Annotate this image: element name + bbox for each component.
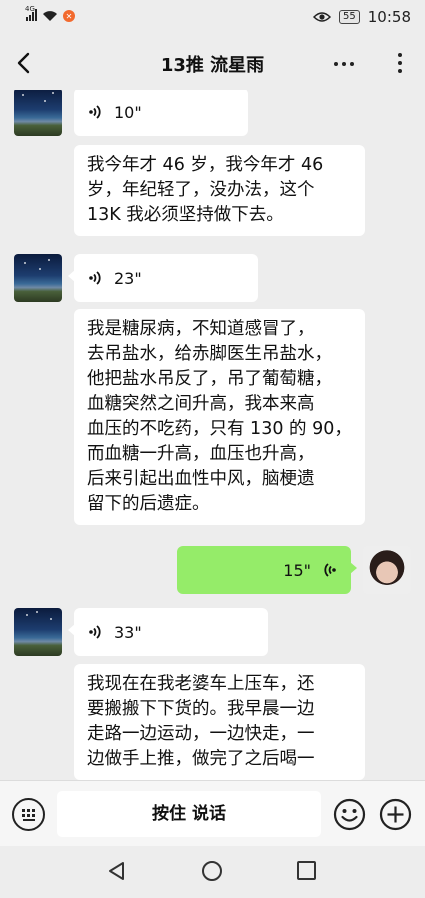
voice-message[interactable]: 33" — [68, 608, 268, 656]
text-message[interactable]: 我现在在我老婆车上压车，还 要搬搬下下货的。我早晨一边 走路一边运动，一边快走，… — [74, 664, 365, 780]
message-line: 要搬搬下下货的。我早晨一边 — [87, 699, 315, 719]
battery-icon: 55 — [339, 10, 360, 24]
keyboard-icon[interactable] — [12, 798, 45, 831]
mute-icon: ✕ — [63, 10, 75, 22]
input-bar: 按住 说话 — [0, 780, 425, 846]
message-line: 血糖突然之间升高，我本来高 — [87, 394, 315, 414]
voice-duration: 10" — [114, 102, 142, 122]
voice-message[interactable]: 10" — [74, 90, 248, 136]
voice-wave-icon — [324, 563, 336, 577]
message-list[interactable]: 10" 我今年才 46 岁，我今年才 46 岁，年纪轻了，没办法，这个 13K … — [0, 90, 425, 780]
message-line: 去吊盐水，给赤脚医生吊盐水， — [87, 344, 332, 364]
more-options-icon[interactable] — [330, 50, 358, 78]
avatar[interactable] — [14, 90, 62, 136]
signal-icon: 4G — [25, 5, 37, 23]
avatar[interactable] — [14, 608, 62, 656]
my-voice-message[interactable]: 15" — [177, 546, 357, 594]
voice-duration: 33" — [114, 622, 142, 642]
chat-header: 13推 流星雨 — [0, 36, 425, 90]
message-line: 血压的不吃药，只有 130 的 90， — [87, 419, 352, 439]
message-line: 13K 我必须坚持做下去。 — [87, 205, 284, 225]
avatar[interactable] — [14, 254, 62, 302]
voice-duration: 23" — [114, 268, 142, 288]
my-avatar[interactable] — [363, 546, 411, 594]
voice-wave-icon — [89, 271, 101, 285]
system-home-icon[interactable] — [202, 861, 222, 881]
text-message[interactable]: 我今年才 46 岁，我今年才 46 岁，年纪轻了，没办法，这个 13K 我必须坚… — [74, 145, 365, 236]
message-line: 走路一边运动，一边快走，一 — [87, 724, 315, 744]
emoji-icon[interactable] — [333, 798, 366, 831]
plus-icon[interactable] — [379, 798, 412, 831]
eye-icon — [313, 12, 332, 22]
voice-wave-icon — [89, 105, 101, 119]
system-navigation-bar — [0, 846, 425, 898]
message-line: 我现在在我老婆车上压车，还 — [87, 674, 315, 694]
message-line: 边做手上推，做完了之后喝一 — [87, 749, 315, 769]
chat-title: 13推 流星雨 — [160, 55, 265, 76]
system-recents-icon[interactable] — [297, 861, 316, 880]
message-line: 岁，年纪轻了，没办法，这个 — [87, 180, 315, 200]
voice-wave-icon — [89, 625, 101, 639]
hold-to-talk-button[interactable]: 按住 说话 — [57, 791, 321, 837]
message-line: 后来引起出血性中风，脑梗遗 — [87, 469, 315, 489]
message-line: 我是糖尿病，不知道感冒了， — [87, 319, 315, 339]
message-line: 我今年才 46 岁，我今年才 46 — [87, 155, 324, 175]
voice-duration: 15" — [283, 560, 311, 580]
message-line: 他把盐水吊反了，吊了葡萄糖， — [87, 369, 332, 389]
text-message[interactable]: 我是糖尿病，不知道感冒了， 去吊盐水，给赤脚医生吊盐水， 他把盐水吊反了，吊了葡… — [74, 309, 365, 525]
voice-message[interactable]: 23" — [68, 254, 258, 302]
clock: 10:58 — [367, 8, 411, 26]
message-line: 而血糖一升高，血压也升高， — [87, 444, 315, 464]
system-back-icon[interactable] — [106, 860, 128, 882]
message-line: 留下的后遗症。 — [87, 494, 210, 514]
wifi-icon — [43, 11, 57, 21]
overflow-menu-icon[interactable] — [386, 48, 414, 78]
status-bar: 4G ✕ 55 10:58 — [0, 0, 425, 36]
